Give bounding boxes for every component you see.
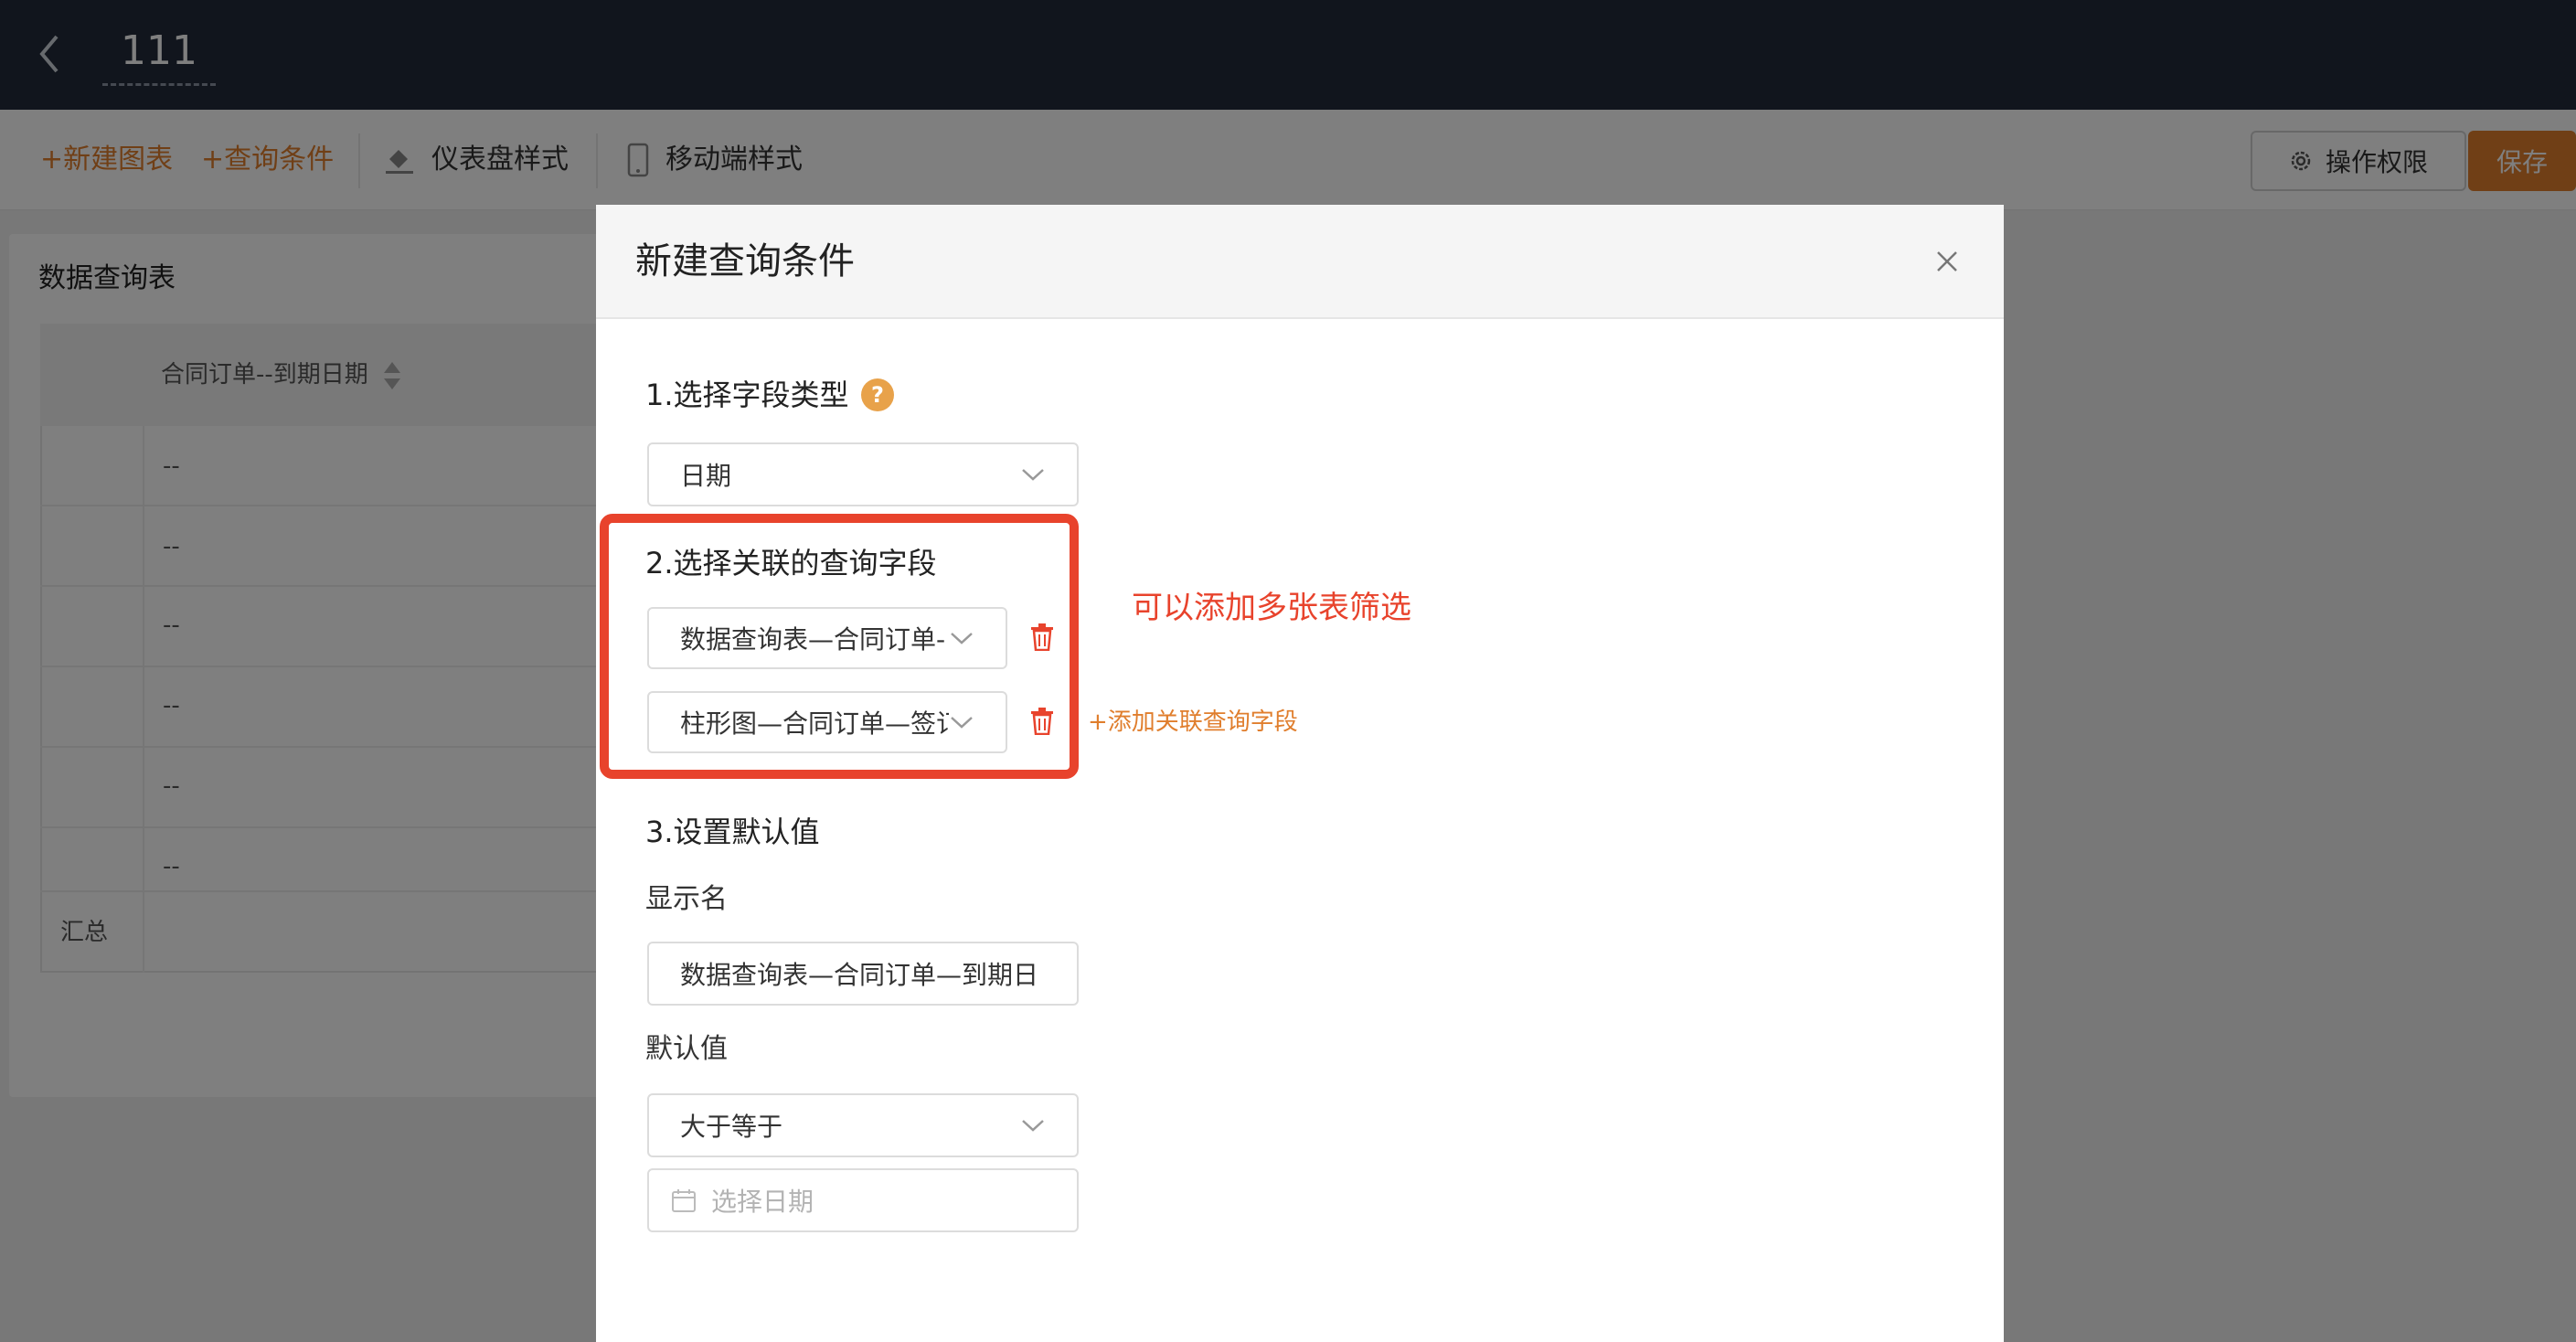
field-type-select[interactable]: 日期 [647, 442, 1079, 506]
date-picker-input[interactable]: 选择日期 [647, 1168, 1079, 1232]
display-name-label: 显示名 [645, 883, 728, 915]
related-field-select[interactable]: 数据查询表—合同订单- [647, 607, 1007, 669]
annotation-note: 可以添加多张表筛选 [1132, 590, 1411, 626]
chevron-down-icon [1022, 469, 1044, 481]
field-type-value: 日期 [680, 461, 732, 491]
operator-select[interactable]: 大于等于 [647, 1093, 1079, 1157]
step3-label: 3.设置默认值 [645, 815, 820, 849]
add-related-field-link[interactable]: +添加关联查询字段 [1088, 704, 1298, 740]
chevron-down-icon [951, 633, 973, 644]
modal-title: 新建查询条件 [635, 240, 855, 282]
default-value-label: 默认值 [645, 1033, 728, 1065]
close-icon[interactable] [1932, 247, 1962, 276]
calendar-icon [672, 1189, 696, 1212]
related-field-value: 数据查询表—合同订单- [680, 624, 946, 655]
help-icon[interactable]: ? [861, 378, 894, 411]
related-field-select[interactable]: 柱形图—合同订单—签订 [647, 691, 1007, 753]
operator-value: 大于等于 [680, 1112, 783, 1142]
chevron-down-icon [951, 717, 973, 729]
related-field-value: 柱形图—合同订单—签订 [680, 708, 949, 739]
chevron-down-icon [1022, 1120, 1044, 1132]
display-name-input[interactable]: 数据查询表—合同订单—到期日 [647, 942, 1079, 1006]
date-placeholder: 选择日期 [711, 1187, 814, 1217]
trash-icon[interactable] [1029, 623, 1055, 651]
display-name-value: 数据查询表—合同订单—到期日 [680, 960, 1039, 990]
trash-icon[interactable] [1029, 708, 1055, 735]
step1-label: 1.选择字段类型 [645, 378, 849, 412]
step2-label: 2.选择关联的查询字段 [645, 546, 937, 580]
